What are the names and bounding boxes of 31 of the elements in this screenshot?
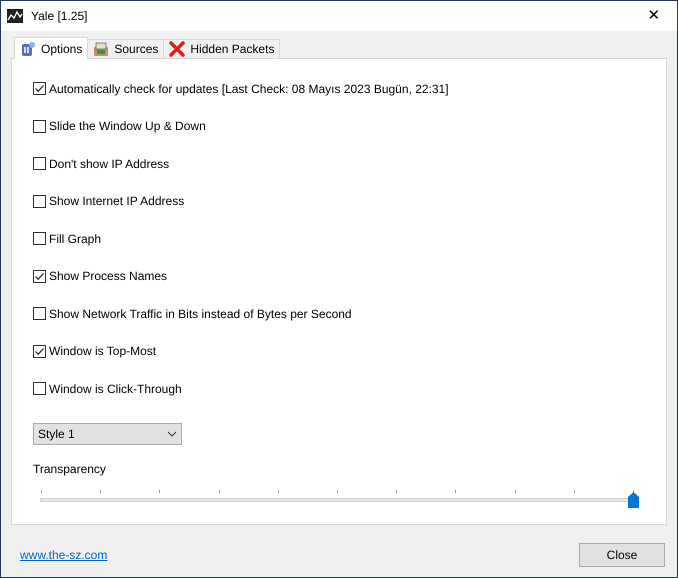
checkbox[interactable] xyxy=(33,194,46,208)
graph-icon xyxy=(7,9,23,23)
slider-thumb[interactable] xyxy=(628,492,639,508)
cross-icon xyxy=(169,41,186,57)
window-title: Yale [1.25] xyxy=(31,8,88,25)
option-label: Don't show IP Address xyxy=(49,156,170,172)
checkbox[interactable] xyxy=(33,382,46,395)
option-label: Show Network Traffic in Bits instead of Bytes per Second xyxy=(49,306,352,322)
checkbox[interactable] xyxy=(33,232,46,245)
transparency-label: Transparency xyxy=(33,460,107,478)
option-label: Slide the Window Up & Down xyxy=(49,118,206,135)
option-label: Show Internet IP Address xyxy=(49,193,184,210)
option-label: Automatically check for updates [Last Check: 08 Mayıs 2023 Bugün, 22:31] xyxy=(49,80,449,98)
close-dialog-button[interactable]: Close xyxy=(579,543,665,567)
option-label: Window is Click-Through xyxy=(49,380,182,398)
close-button[interactable]: ✕ xyxy=(631,1,677,31)
style-dropdown[interactable]: Style 1 xyxy=(33,422,182,444)
checkbox[interactable] xyxy=(33,82,46,95)
option-label: Fill Graph xyxy=(49,230,102,248)
tab[interactable]: Options xyxy=(14,37,88,59)
checkbox[interactable] xyxy=(33,157,46,170)
option-label: Window is Top-Most xyxy=(49,343,156,360)
tab[interactable]: Sources xyxy=(88,39,164,58)
checkbox[interactable] xyxy=(33,307,46,320)
checkbox[interactable] xyxy=(33,344,46,358)
checkbox[interactable] xyxy=(33,120,46,132)
chevron-down-icon xyxy=(167,430,177,436)
checkbox[interactable] xyxy=(33,270,46,282)
website-link[interactable]: www.the-sz.com xyxy=(20,546,108,564)
tab[interactable]: Hidden Packets xyxy=(164,39,280,58)
option-label: Show Process Names xyxy=(49,268,168,285)
